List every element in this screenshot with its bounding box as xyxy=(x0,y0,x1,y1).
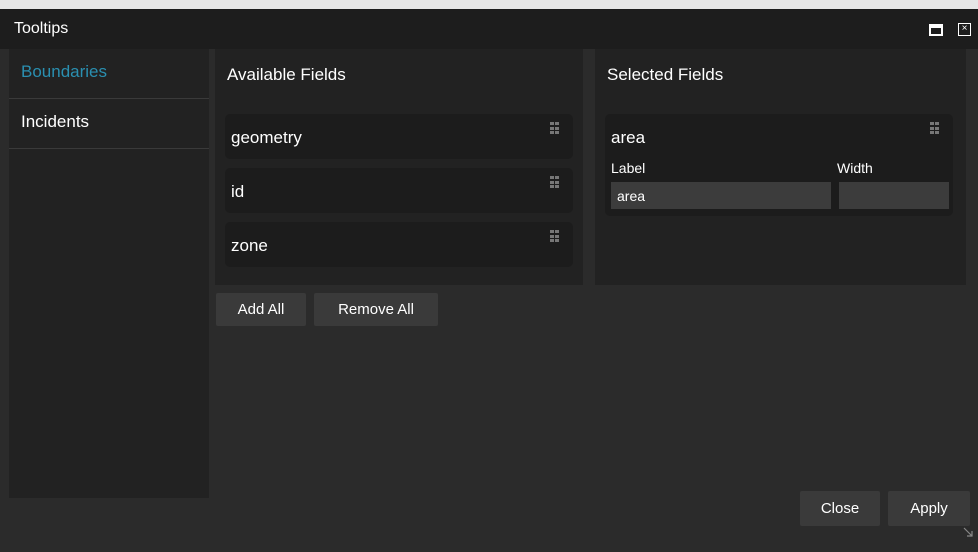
dialog-title: Tooltips xyxy=(14,20,69,37)
apply-button[interactable]: Apply xyxy=(888,491,970,526)
available-field-item[interactable]: geometry xyxy=(225,114,573,159)
selected-fields-panel: Selected Fields area Label Width area xyxy=(595,49,966,285)
close-icon[interactable]: × xyxy=(958,23,971,36)
sidebar-item-incidents[interactable]: Incidents xyxy=(9,99,209,149)
available-fields-title: Available Fields xyxy=(227,65,346,84)
width-caption: Width xyxy=(837,160,873,176)
label-caption: Label xyxy=(611,160,646,176)
drag-handle-icon[interactable] xyxy=(550,122,559,135)
drag-handle-icon[interactable] xyxy=(550,176,559,189)
available-field-item[interactable]: id xyxy=(225,168,573,213)
add-all-button[interactable]: Add All xyxy=(216,293,306,326)
field-label: zone xyxy=(231,236,268,255)
layer-sidebar: Boundaries Incidents xyxy=(9,49,209,498)
drag-handle-icon[interactable] xyxy=(550,230,559,243)
selected-field-item[interactable]: area Label Width area xyxy=(605,114,953,216)
field-label: geometry xyxy=(231,128,302,147)
drag-handle-icon[interactable] xyxy=(930,122,939,135)
label-input[interactable]: area xyxy=(611,182,831,209)
sidebar-item-boundaries[interactable]: Boundaries xyxy=(9,49,209,99)
top-strip xyxy=(0,0,978,9)
title-bar: Tooltips × xyxy=(0,9,978,49)
tooltips-dialog: Tooltips × Boundaries Incidents Availabl… xyxy=(0,9,978,552)
available-fields-panel: Available Fields geometry id zone xyxy=(215,49,583,285)
remove-all-button[interactable]: Remove All xyxy=(314,293,438,326)
selected-fields-title: Selected Fields xyxy=(607,65,724,84)
maximize-icon[interactable] xyxy=(929,24,943,36)
available-field-item[interactable]: zone xyxy=(225,222,573,267)
resize-grip-icon[interactable] xyxy=(962,526,974,538)
field-label: id xyxy=(231,182,245,201)
width-input[interactable] xyxy=(839,182,949,209)
selected-field-name: area xyxy=(611,128,646,147)
close-button[interactable]: Close xyxy=(800,491,880,526)
